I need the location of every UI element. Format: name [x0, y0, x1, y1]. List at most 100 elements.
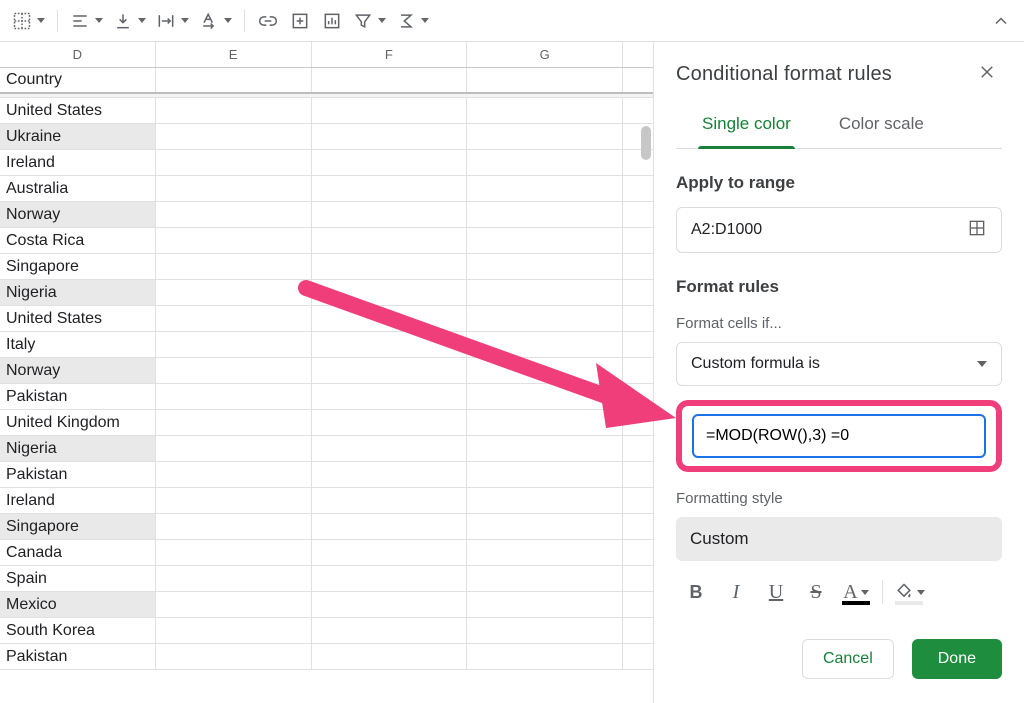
- cell[interactable]: [156, 124, 312, 149]
- vertical-align-button[interactable]: [109, 6, 150, 36]
- column-header[interactable]: G: [467, 42, 623, 67]
- insert-comment-button[interactable]: [285, 6, 315, 36]
- borders-button[interactable]: [8, 6, 49, 36]
- cell[interactable]: [312, 618, 468, 643]
- table-row[interactable]: Pakistan: [0, 644, 653, 670]
- cell[interactable]: Country: [0, 68, 156, 92]
- cell[interactable]: [312, 358, 468, 383]
- cell[interactable]: [623, 618, 653, 643]
- table-row[interactable]: Ireland: [0, 150, 653, 176]
- collapse-toolbar-button[interactable]: [986, 6, 1016, 36]
- column-header[interactable]: F: [312, 42, 468, 67]
- cell[interactable]: [156, 98, 312, 123]
- table-row[interactable]: Nigeria: [0, 436, 653, 462]
- cell[interactable]: [467, 436, 623, 461]
- close-icon[interactable]: [972, 57, 1002, 92]
- table-row[interactable]: Spain: [0, 566, 653, 592]
- cell[interactable]: [312, 332, 468, 357]
- cell[interactable]: [156, 592, 312, 617]
- table-row[interactable]: Canada: [0, 540, 653, 566]
- sheet-header-row[interactable]: Country: [0, 68, 653, 94]
- cell[interactable]: [312, 592, 468, 617]
- cell[interactable]: [156, 332, 312, 357]
- insert-chart-button[interactable]: [317, 6, 347, 36]
- tab-color-scale[interactable]: Color scale: [835, 102, 928, 148]
- cell[interactable]: [467, 280, 623, 305]
- tab-single-color[interactable]: Single color: [698, 102, 795, 148]
- cell[interactable]: United States: [0, 98, 156, 123]
- cell[interactable]: [156, 410, 312, 435]
- cell[interactable]: [312, 644, 468, 669]
- table-row[interactable]: Pakistan: [0, 462, 653, 488]
- cell[interactable]: [156, 228, 312, 253]
- cell[interactable]: United Kingdom: [0, 410, 156, 435]
- column-header[interactable]: [623, 42, 653, 67]
- cell[interactable]: [156, 488, 312, 513]
- cell[interactable]: [312, 228, 468, 253]
- table-row[interactable]: Singapore: [0, 254, 653, 280]
- cell[interactable]: Singapore: [0, 514, 156, 539]
- cell[interactable]: United States: [0, 306, 156, 331]
- cell[interactable]: [467, 228, 623, 253]
- cell[interactable]: [156, 202, 312, 227]
- cell[interactable]: [623, 254, 653, 279]
- style-preview[interactable]: Custom: [676, 517, 1002, 561]
- table-row[interactable]: Norway: [0, 202, 653, 228]
- table-row[interactable]: Italy: [0, 332, 653, 358]
- cell[interactable]: [312, 306, 468, 331]
- text-rotation-button[interactable]: [195, 6, 236, 36]
- cell[interactable]: [312, 462, 468, 487]
- cell[interactable]: [312, 150, 468, 175]
- cell[interactable]: [156, 176, 312, 201]
- condition-select[interactable]: Custom formula is: [676, 342, 1002, 386]
- cell[interactable]: Italy: [0, 332, 156, 357]
- cell[interactable]: [467, 176, 623, 201]
- cell[interactable]: [156, 384, 312, 409]
- table-row[interactable]: United States: [0, 98, 653, 124]
- table-row[interactable]: United Kingdom: [0, 410, 653, 436]
- strikethrough-button[interactable]: S: [798, 575, 834, 609]
- cell[interactable]: [156, 644, 312, 669]
- cell[interactable]: [156, 436, 312, 461]
- cell[interactable]: [623, 410, 653, 435]
- cell[interactable]: [312, 124, 468, 149]
- scrollbar-thumb[interactable]: [641, 126, 651, 160]
- table-row[interactable]: Nigeria: [0, 280, 653, 306]
- cell[interactable]: [467, 332, 623, 357]
- cell[interactable]: [623, 176, 653, 201]
- cell[interactable]: [312, 566, 468, 591]
- underline-button[interactable]: U: [758, 575, 794, 609]
- cell[interactable]: [623, 436, 653, 461]
- cell[interactable]: [623, 514, 653, 539]
- cell[interactable]: [467, 124, 623, 149]
- cell[interactable]: [623, 540, 653, 565]
- cell[interactable]: [312, 436, 468, 461]
- cell[interactable]: [156, 462, 312, 487]
- cell[interactable]: [156, 150, 312, 175]
- text-color-button[interactable]: A: [838, 575, 874, 609]
- cell[interactable]: [467, 202, 623, 227]
- fill-color-button[interactable]: [891, 575, 927, 609]
- cell[interactable]: [467, 540, 623, 565]
- table-row[interactable]: Pakistan: [0, 384, 653, 410]
- apply-range-input[interactable]: A2:D1000: [676, 207, 1002, 253]
- cell[interactable]: [623, 202, 653, 227]
- cell[interactable]: [467, 566, 623, 591]
- cell[interactable]: [312, 410, 468, 435]
- table-row[interactable]: Mexico: [0, 592, 653, 618]
- cell[interactable]: [156, 618, 312, 643]
- cell[interactable]: [623, 358, 653, 383]
- cell[interactable]: Ukraine: [0, 124, 156, 149]
- grid[interactable]: CountryUnited StatesUkraineIrelandAustra…: [0, 68, 653, 670]
- cell[interactable]: Pakistan: [0, 384, 156, 409]
- cell[interactable]: Costa Rica: [0, 228, 156, 253]
- cell[interactable]: [312, 176, 468, 201]
- table-row[interactable]: Norway: [0, 358, 653, 384]
- cell[interactable]: Ireland: [0, 488, 156, 513]
- cancel-button[interactable]: Cancel: [802, 639, 894, 679]
- cell[interactable]: [467, 514, 623, 539]
- cell[interactable]: [312, 254, 468, 279]
- cell[interactable]: South Korea: [0, 618, 156, 643]
- text-wrap-button[interactable]: [152, 6, 193, 36]
- cell[interactable]: [312, 514, 468, 539]
